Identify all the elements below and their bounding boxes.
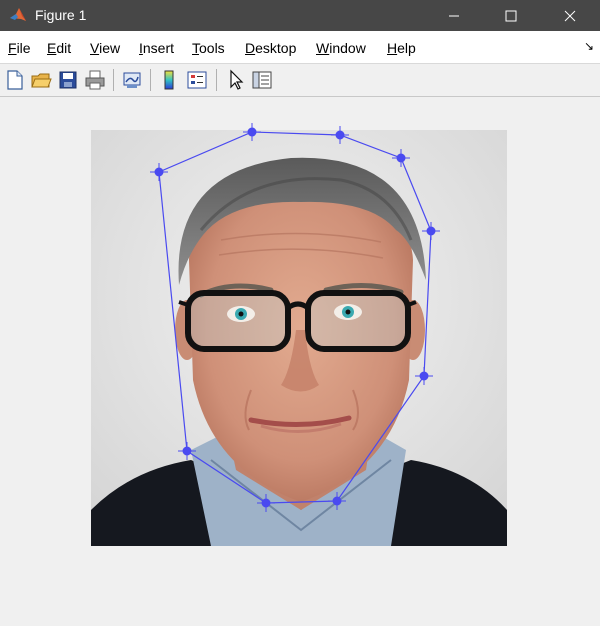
menu-help[interactable]: Help [387, 40, 416, 56]
toolbar [0, 64, 600, 97]
menu-bar: File Edit View Insert Tools Desktop Wind… [0, 31, 600, 64]
minimize-button[interactable] [431, 0, 477, 31]
menu-view[interactable]: View [90, 40, 120, 56]
window-title: Figure 1 [35, 7, 87, 23]
legend-icon[interactable] [185, 68, 209, 92]
edit-plot-icon[interactable] [224, 68, 248, 92]
print-icon[interactable] [83, 68, 107, 92]
menu-file[interactable]: File [8, 40, 31, 56]
close-icon [564, 10, 576, 21]
link-plot-icon[interactable] [120, 68, 144, 92]
toolbar-separator [113, 69, 114, 91]
close-button[interactable] [547, 0, 593, 31]
property-inspector-icon[interactable] [250, 68, 274, 92]
dock-arrow-icon[interactable]: ↘ [584, 39, 594, 53]
save-icon[interactable] [56, 68, 80, 92]
menu-insert[interactable]: Insert [139, 40, 174, 56]
menu-window[interactable]: Window [316, 40, 366, 56]
toolbar-separator [216, 69, 217, 91]
minimize-icon [449, 15, 459, 16]
title-bar: Figure 1 [0, 0, 600, 31]
maximize-icon [505, 10, 517, 21]
toolbar-separator [150, 69, 151, 91]
colorbar-icon[interactable] [157, 68, 181, 92]
matlab-icon [10, 8, 26, 21]
menu-edit[interactable]: Edit [47, 40, 71, 56]
menu-desktop[interactable]: Desktop [245, 40, 296, 56]
maximize-button[interactable] [488, 0, 534, 31]
portrait-image [91, 130, 507, 546]
open-file-icon[interactable] [29, 68, 53, 92]
menu-tools[interactable]: Tools [192, 40, 225, 56]
new-figure-icon[interactable] [3, 68, 27, 92]
